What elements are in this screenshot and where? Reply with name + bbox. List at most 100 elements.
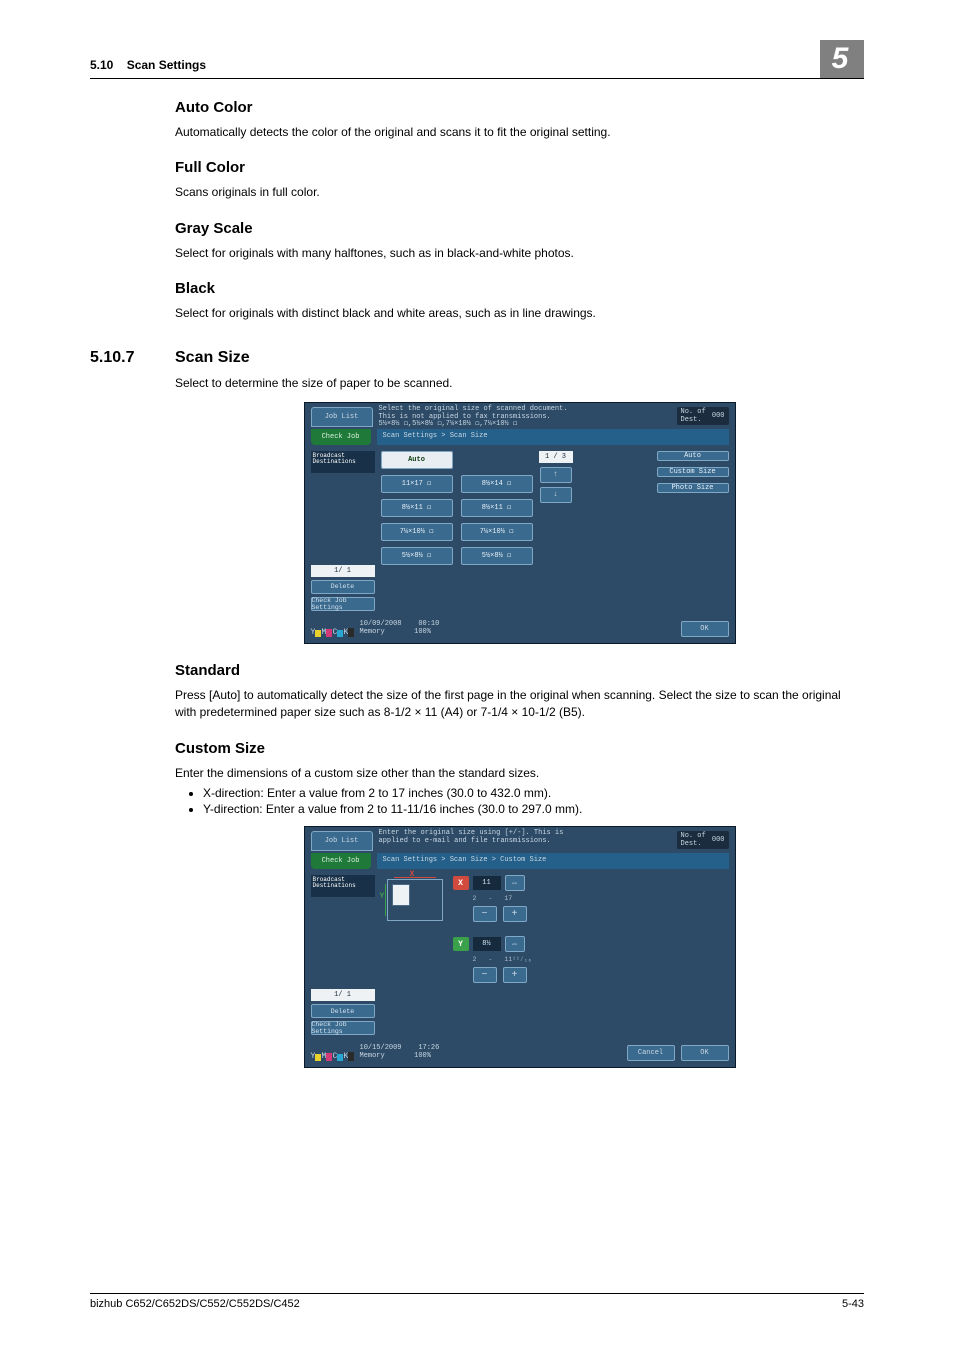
toner-m-icon: M (322, 627, 332, 637)
dest-counter: No. of Dest. 000 (677, 831, 729, 849)
x-max: 17 (504, 895, 512, 902)
tab-photo-size[interactable]: Photo Size (657, 483, 729, 493)
job-list-tab[interactable]: Job List (311, 831, 373, 851)
heading-black: Black (175, 280, 864, 297)
instruction-line3: 5½×8½ ◻,5½×8½ ◻,7¼×10½ ◻,7¼×10½ ◻ (379, 421, 671, 429)
pager-display: 1 / 3 (539, 451, 573, 463)
size-button[interactable]: 8½×11 ◻ (381, 499, 453, 517)
custom-size-bullets: X-direction: Enter a value from 2 to 17 … (175, 786, 864, 816)
dest-page-indicator: 1/ 1 (311, 989, 375, 1001)
heading-standard: Standard (175, 662, 864, 679)
header-section-title: Scan Settings (127, 58, 206, 72)
x-chip: X (453, 876, 469, 890)
size-button[interactable]: 8½×11 ◻ (461, 499, 533, 517)
dest-label: No. of Dest. (681, 832, 708, 848)
text-custom-size: Enter the dimensions of a custom size ot… (175, 765, 864, 782)
text-scan-size: Select to determine the size of paper to… (175, 375, 864, 392)
dest-counter: No. of Dest. 000 (677, 407, 729, 425)
status-memory-label: Memory (360, 1052, 385, 1060)
header-section-number: 5.10 (90, 58, 113, 72)
footer-model: bizhub C652/C652DS/C552/C552DS/C452 (90, 1298, 300, 1310)
x-plus-button[interactable]: + (503, 906, 527, 922)
toner-m-icon: M (322, 1051, 332, 1061)
text-full-color: Scans originals in full color. (175, 184, 864, 201)
screenshot-custom-size: Job List Enter the original size using [… (304, 826, 736, 1068)
bullet-y-direction: Y-direction: Enter a value from 2 to 11-… (203, 802, 864, 816)
x-value-display: 11 (473, 876, 501, 890)
check-job-button[interactable]: Check Job (311, 853, 371, 869)
instruction-line2: applied to e-mail and file transmissions… (379, 838, 671, 846)
size-grid: Auto 11×17 ◻ 8½×14 ◻ 8½×11 ◻ 8½×11 ◻ 7¼×… (381, 451, 533, 611)
header-section: 5.10 Scan Settings (90, 40, 206, 72)
size-auto-button[interactable]: Auto (381, 451, 453, 469)
pager-down-button[interactable]: ↓ (540, 487, 572, 503)
swap-button[interactable]: ⇔ (505, 875, 525, 891)
dest-page-indicator: 1/ 1 (311, 565, 375, 577)
toner-c-icon: C (333, 1051, 343, 1061)
y-minus-button[interactable]: − (473, 967, 497, 983)
heading-gray-scale: Gray Scale (175, 220, 864, 237)
toner-levels: Y M C K (311, 627, 354, 637)
delete-button[interactable]: Delete (311, 580, 375, 594)
dimension-diagram: X Y (387, 879, 443, 921)
footer-page-number: 5-43 (842, 1298, 864, 1310)
breadcrumb: Scan Settings > Scan Size > Custom Size (377, 853, 729, 869)
dest-count: 000 (712, 412, 725, 420)
page-header: 5.10 Scan Settings 5 (90, 40, 864, 79)
delete-button[interactable]: Delete (311, 1004, 375, 1018)
dest-count: 000 (712, 836, 725, 844)
subsection-title-scan-size: Scan Size (175, 349, 250, 367)
check-job-settings-button[interactable]: Check Job Settings (311, 597, 375, 611)
instruction-text: Enter the original size using [+/-]. Thi… (375, 827, 675, 853)
ok-button[interactable]: OK (681, 1045, 729, 1061)
status-datetime: 10/15/2009 17:26 Memory 100% (360, 1045, 440, 1060)
check-job-button[interactable]: Check Job (311, 429, 371, 445)
cancel-button[interactable]: Cancel (627, 1045, 675, 1061)
toner-y-icon: Y (311, 627, 321, 637)
size-button[interactable]: 11×17 ◻ (381, 475, 453, 493)
status-memory-pct: 100% (414, 1052, 431, 1060)
toner-c-icon: C (333, 627, 343, 637)
y-value-display: 8½ (473, 937, 501, 951)
x-minus-button[interactable]: − (473, 906, 497, 922)
status-datetime: 10/09/2008 00:10 Memory 100% (360, 621, 440, 636)
size-button[interactable]: 7¼×10½ ◻ (381, 523, 453, 541)
y-plus-button[interactable]: + (503, 967, 527, 983)
tab-custom-size[interactable]: Custom Size (657, 467, 729, 477)
job-list-tab[interactable]: Job List (311, 407, 373, 427)
size-button[interactable]: 7¼×10½ ◻ (461, 523, 533, 541)
instruction-text: Select the original size of scanned docu… (375, 403, 675, 429)
status-memory-label: Memory (360, 628, 385, 636)
heading-custom-size: Custom Size (175, 740, 864, 757)
size-button[interactable]: 5½×8½ ◻ (461, 547, 533, 565)
toner-levels: Y M C K (311, 1051, 354, 1061)
text-auto-color: Automatically detects the color of the o… (175, 124, 864, 141)
heading-full-color: Full Color (175, 159, 864, 176)
status-memory-pct: 100% (414, 628, 431, 636)
toner-k-icon: K (344, 1051, 354, 1061)
broadcast-destinations[interactable]: Broadcast Destinations (311, 451, 375, 473)
screenshot-scan-size: Job List Select the original size of sca… (304, 402, 736, 644)
chapter-badge: 5 (820, 40, 864, 78)
toner-k-icon: K (344, 627, 354, 637)
y-max: 11¹¹⁄₁₆ (504, 956, 531, 963)
broadcast-destinations[interactable]: Broadcast Destinations (311, 875, 375, 897)
bullet-x-direction: X-direction: Enter a value from 2 to 17 … (203, 786, 864, 800)
heading-auto-color: Auto Color (175, 99, 864, 116)
text-black: Select for originals with distinct black… (175, 305, 864, 322)
text-gray-scale: Select for originals with many halftones… (175, 245, 864, 262)
check-job-settings-button[interactable]: Check Job Settings (311, 1021, 375, 1035)
subsection-number: 5.10.7 (90, 349, 175, 367)
toner-y-icon: Y (311, 1051, 321, 1061)
ok-button[interactable]: OK (681, 621, 729, 637)
y-min: 2 (473, 956, 477, 963)
breadcrumb: Scan Settings > Scan Size (377, 429, 729, 445)
swap-button[interactable]: ⇔ (505, 936, 525, 952)
dest-label: No. of Dest. (681, 408, 708, 424)
tab-auto[interactable]: Auto (657, 451, 729, 461)
text-standard: Press [Auto] to automatically detect the… (175, 687, 864, 722)
size-button[interactable]: 8½×14 ◻ (461, 475, 533, 493)
pager-up-button[interactable]: ↑ (540, 467, 572, 483)
x-min: 2 (473, 895, 477, 902)
size-button[interactable]: 5½×8½ ◻ (381, 547, 453, 565)
